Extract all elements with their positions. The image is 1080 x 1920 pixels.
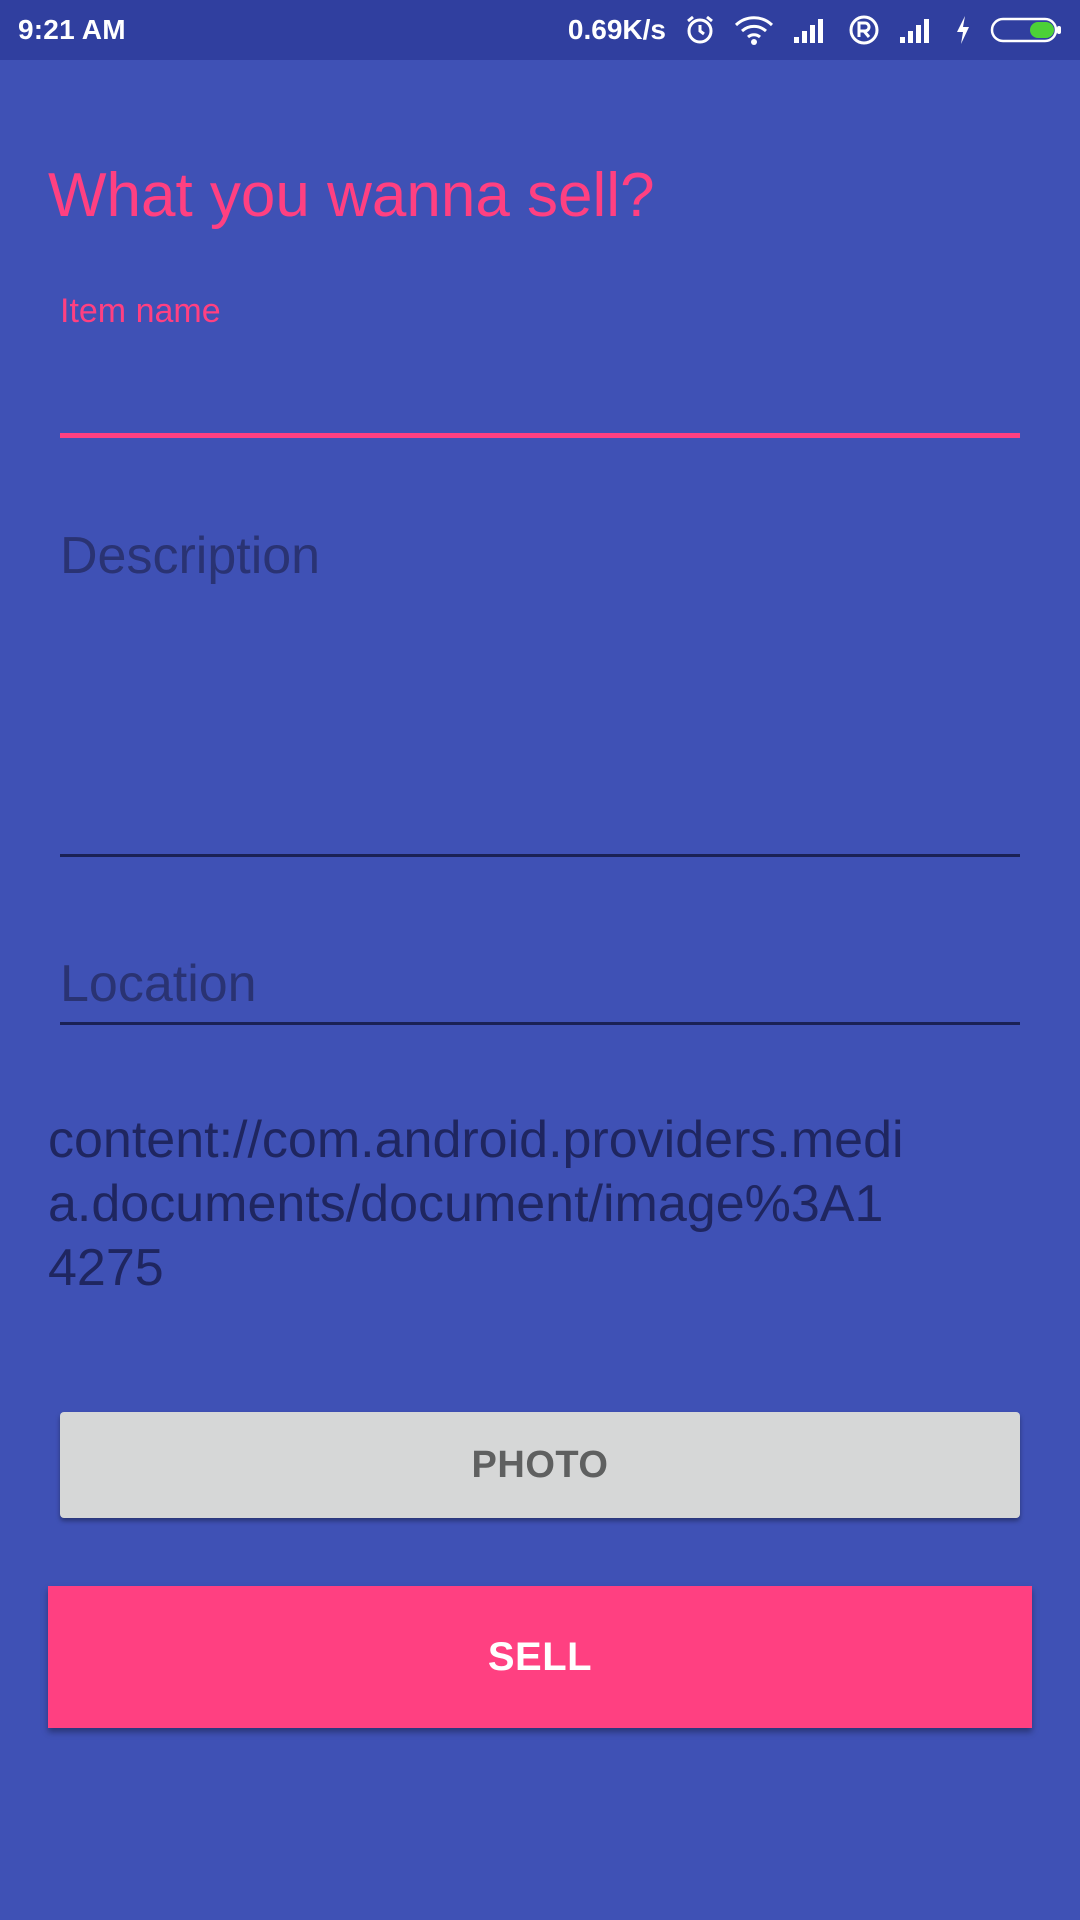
- page-title: What you wanna sell?: [48, 161, 655, 230]
- location-input[interactable]: [60, 945, 1020, 1025]
- description-input[interactable]: [60, 520, 1020, 857]
- network-speed: 0.69K/s: [567, 14, 666, 45]
- status-time: 9:21 AM: [18, 14, 126, 45]
- item-name-input[interactable]: [60, 332, 1020, 438]
- status-bar: 9:21 AM 0.69K/s: [0, 0, 1080, 60]
- photo-uri-text: content://com.android.providers.media.do…: [48, 1111, 904, 1297]
- signal-icon: [792, 15, 830, 45]
- battery-icon: [990, 14, 1064, 46]
- charging-icon: [954, 14, 972, 46]
- wifi-icon: [734, 14, 774, 46]
- status-icons: 0.69K/s: [568, 14, 1064, 46]
- roaming-icon: [848, 14, 880, 46]
- alarm-icon: [684, 14, 716, 46]
- photo-button[interactable]: PHOTO: [60, 1412, 1020, 1518]
- item-name-label: Item name: [60, 292, 221, 330]
- sell-button[interactable]: SELL: [48, 1586, 1032, 1728]
- signal-icon: [898, 15, 936, 45]
